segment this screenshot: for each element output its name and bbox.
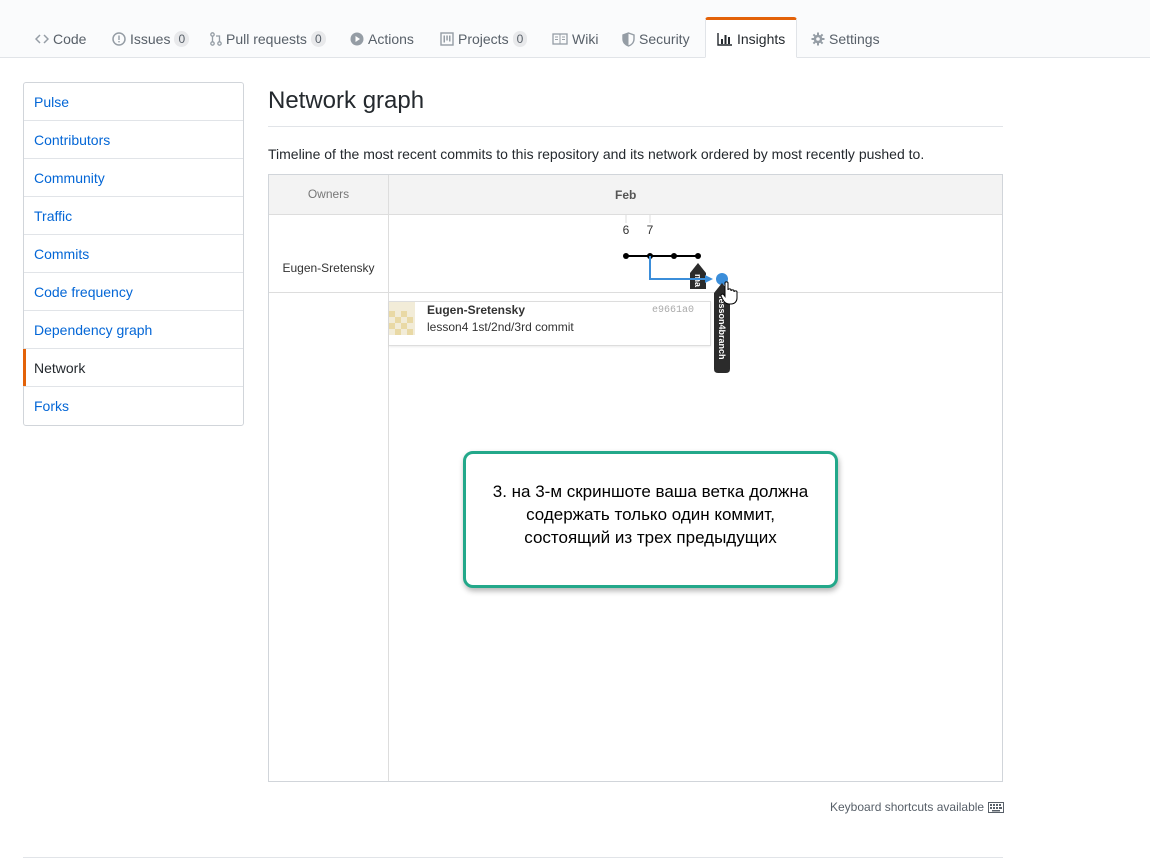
day-label: 6: [623, 223, 630, 237]
commit-message: lesson4 1st/2nd/3rd commit: [427, 320, 574, 334]
sidebar-item-forks[interactable]: Forks: [24, 387, 243, 425]
commit-author: Eugen-Sretensky: [427, 303, 526, 317]
commit-tooltip-card: Eugen-Sretensky lesson4 1st/2nd/3rd comm…: [389, 301, 711, 346]
page-description: Timeline of the most recent commits to t…: [268, 146, 925, 162]
branch-label-master[interactable]: ma: [690, 263, 706, 289]
code-icon: [35, 33, 49, 45]
issue-opened-icon: [112, 32, 126, 46]
sidebar-item-code-frequency[interactable]: Code frequency: [24, 273, 243, 311]
tab-label: Code: [53, 31, 87, 47]
tab-label: Actions: [368, 31, 414, 47]
tab-projects[interactable]: Projects 0: [429, 19, 538, 59]
sidebar-item-commits[interactable]: Commits: [24, 235, 243, 273]
avatar: [389, 302, 415, 335]
sidebar-item-pulse[interactable]: Pulse: [24, 83, 243, 121]
sidebar-item-dependency-graph[interactable]: Dependency graph: [24, 311, 243, 349]
tab-settings[interactable]: Settings: [800, 19, 891, 59]
graph-icon: [717, 32, 733, 46]
tab-security[interactable]: Security: [611, 19, 701, 59]
tab-label: Issues: [130, 31, 171, 47]
keyboard-shortcuts-link[interactable]: Keyboard shortcuts available: [830, 800, 1005, 814]
tab-wiki[interactable]: Wiki: [541, 19, 609, 59]
sidebar-item-network[interactable]: Network: [23, 349, 243, 387]
book-icon: [552, 33, 568, 45]
project-icon: [440, 32, 454, 46]
insights-sidebar-menu: Pulse Contributors Community Traffic Com…: [23, 82, 244, 426]
commit-sha: e9661a0: [651, 305, 694, 316]
day-label: 7: [647, 223, 654, 237]
page-title: Network graph: [268, 87, 425, 114]
repo-nav: Code Issues 0 Pull requests 0 Actions Pr…: [0, 0, 1150, 58]
tab-actions[interactable]: Actions: [339, 19, 425, 59]
play-icon: [350, 32, 364, 46]
annotation-text: 3. на 3-м скриншоте ваша ветка должна со…: [492, 482, 809, 547]
commit-dot[interactable]: [695, 253, 701, 259]
sidebar-item-community[interactable]: Community: [24, 159, 243, 197]
tab-label: Insights: [737, 30, 786, 47]
git-pull-request-icon: [210, 32, 222, 46]
tab-label: Wiki: [572, 31, 599, 47]
commit-dot[interactable]: [623, 253, 629, 259]
tab-label: Projects: [458, 31, 509, 47]
branch-label-text: ma: [693, 274, 703, 288]
pull-requests-counter: 0: [310, 31, 326, 47]
commit-dot[interactable]: [671, 253, 677, 259]
tab-insights[interactable]: Insights: [705, 17, 798, 58]
annotation-callout: 3. на 3-м скриншоте ваша ветка должна со…: [463, 451, 838, 588]
tab-issues[interactable]: Issues 0: [101, 19, 200, 59]
footer-divider: [23, 857, 1003, 858]
keyboard-icon: [988, 801, 1005, 813]
projects-counter: 0: [512, 31, 528, 47]
issues-counter: 0: [174, 31, 190, 47]
keyboard-shortcuts-label: Keyboard shortcuts available: [830, 800, 985, 814]
tab-label: Security: [639, 31, 690, 47]
sidebar-item-contributors[interactable]: Contributors: [24, 121, 243, 159]
branch-label-text: lesson4branch: [717, 296, 727, 360]
title-divider: [268, 126, 1003, 127]
shield-icon: [622, 31, 635, 47]
branch-arrow: [705, 275, 713, 283]
tab-pull-requests[interactable]: Pull requests 0: [199, 19, 337, 59]
tab-label: Pull requests: [226, 31, 307, 47]
gear-icon: [811, 32, 825, 46]
sidebar-item-traffic[interactable]: Traffic: [24, 197, 243, 235]
tab-code[interactable]: Code: [24, 19, 97, 59]
tab-label: Settings: [829, 31, 880, 47]
